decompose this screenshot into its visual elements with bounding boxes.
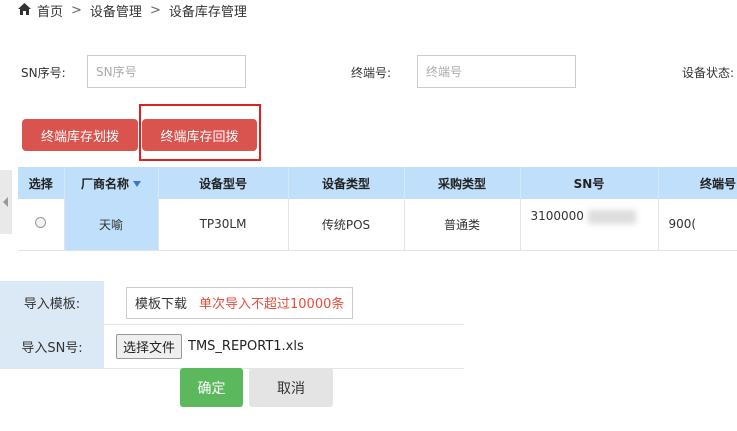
row-select-radio[interactable] [35, 217, 47, 229]
import-limit-note: 单次导入不超过10000条 [199, 297, 345, 312]
column-header-terminal[interactable]: 终端号 [658, 167, 737, 199]
breadcrumb-separator: > [71, 2, 82, 18]
purchase-type-cell: 普通类 [404, 199, 521, 251]
sn-cell: 3100000 [520, 199, 659, 251]
column-header-vendor[interactable]: 厂商名称 [64, 167, 159, 199]
column-header-purchase-type[interactable]: 采购类型 [404, 167, 521, 199]
import-form: 导入模板: 模板下载 单次导入不超过10000条 导入SN号: 选择文件 TMS… [0, 281, 464, 369]
breadcrumb: 首页 > 设备管理 > 设备库存管理 [0, 0, 737, 20]
selected-file-name: TMS_REPORT1.xls [188, 339, 304, 354]
terminal-cell: 900( [658, 199, 737, 251]
inventory-table: 选择 厂商名称 设备型号 设备类型 采购类型 SN号 终端号 天喻 TP30LM… [18, 167, 737, 251]
home-icon[interactable] [18, 3, 31, 15]
column-header-device-type[interactable]: 设备类型 [288, 167, 405, 199]
sn-import-row: 导入SN号: 选择文件 TMS_REPORT1.xls [0, 325, 464, 369]
template-download-link[interactable]: 模板下载 [135, 293, 187, 312]
breadcrumb-inventory-management: 设备库存管理 [168, 4, 247, 20]
terminal-value: 900( [668, 217, 697, 232]
sort-desc-icon[interactable] [133, 181, 141, 187]
sn-label: SN序号: [21, 66, 66, 80]
column-header-vendor-label: 厂商名称 [80, 176, 129, 191]
table-row[interactable]: 天喻 TP30LM 传统POS 普通类 3100000 900( [18, 199, 737, 251]
breadcrumb-separator: > [149, 2, 161, 18]
sn-input[interactable] [87, 55, 246, 88]
terminal-label: 终端号: [351, 66, 392, 80]
template-row: 导入模板: 模板下载 单次导入不超过10000条 [0, 281, 464, 325]
select-cell [18, 199, 65, 251]
template-box: 模板下载 单次导入不超过10000条 [126, 286, 354, 319]
sn-import-value: 选择文件 TMS_REPORT1.xls [104, 325, 464, 368]
confirm-button[interactable]: 确定 [180, 368, 243, 407]
breadcrumb-home[interactable]: 首页 [37, 1, 63, 20]
terminal-input[interactable] [417, 55, 576, 88]
model-cell: TP30LM [158, 199, 289, 251]
template-label: 导入模板: [0, 281, 104, 324]
status-label: 设备状态: [682, 66, 735, 80]
column-header-sn[interactable]: SN号 [520, 167, 659, 199]
device-type-cell: 传统POS [288, 199, 405, 251]
sn-import-label: 导入SN号: [0, 325, 104, 368]
column-header-select: 选择 [18, 167, 65, 199]
redacted-block [587, 209, 636, 224]
highlight-box [139, 104, 261, 161]
cancel-button[interactable]: 取消 [249, 368, 333, 407]
vendor-cell: 天喻 [64, 199, 159, 251]
sn-value: 3100000 [530, 209, 584, 223]
collapse-arrow-icon[interactable] [0, 170, 12, 234]
search-filters: SN序号: 终端号: 设备状态: [0, 55, 737, 89]
breadcrumb-device-management[interactable]: 设备管理 [90, 1, 142, 20]
column-header-model[interactable]: 设备型号 [158, 167, 289, 199]
template-value: 模板下载 单次导入不超过10000条 [104, 281, 464, 324]
allocate-inventory-button[interactable]: 终端库存划拨 [22, 119, 138, 151]
table-header-row: 选择 厂商名称 设备型号 设备类型 采购类型 SN号 终端号 [18, 167, 737, 199]
choose-file-button[interactable]: 选择文件 [116, 334, 183, 359]
